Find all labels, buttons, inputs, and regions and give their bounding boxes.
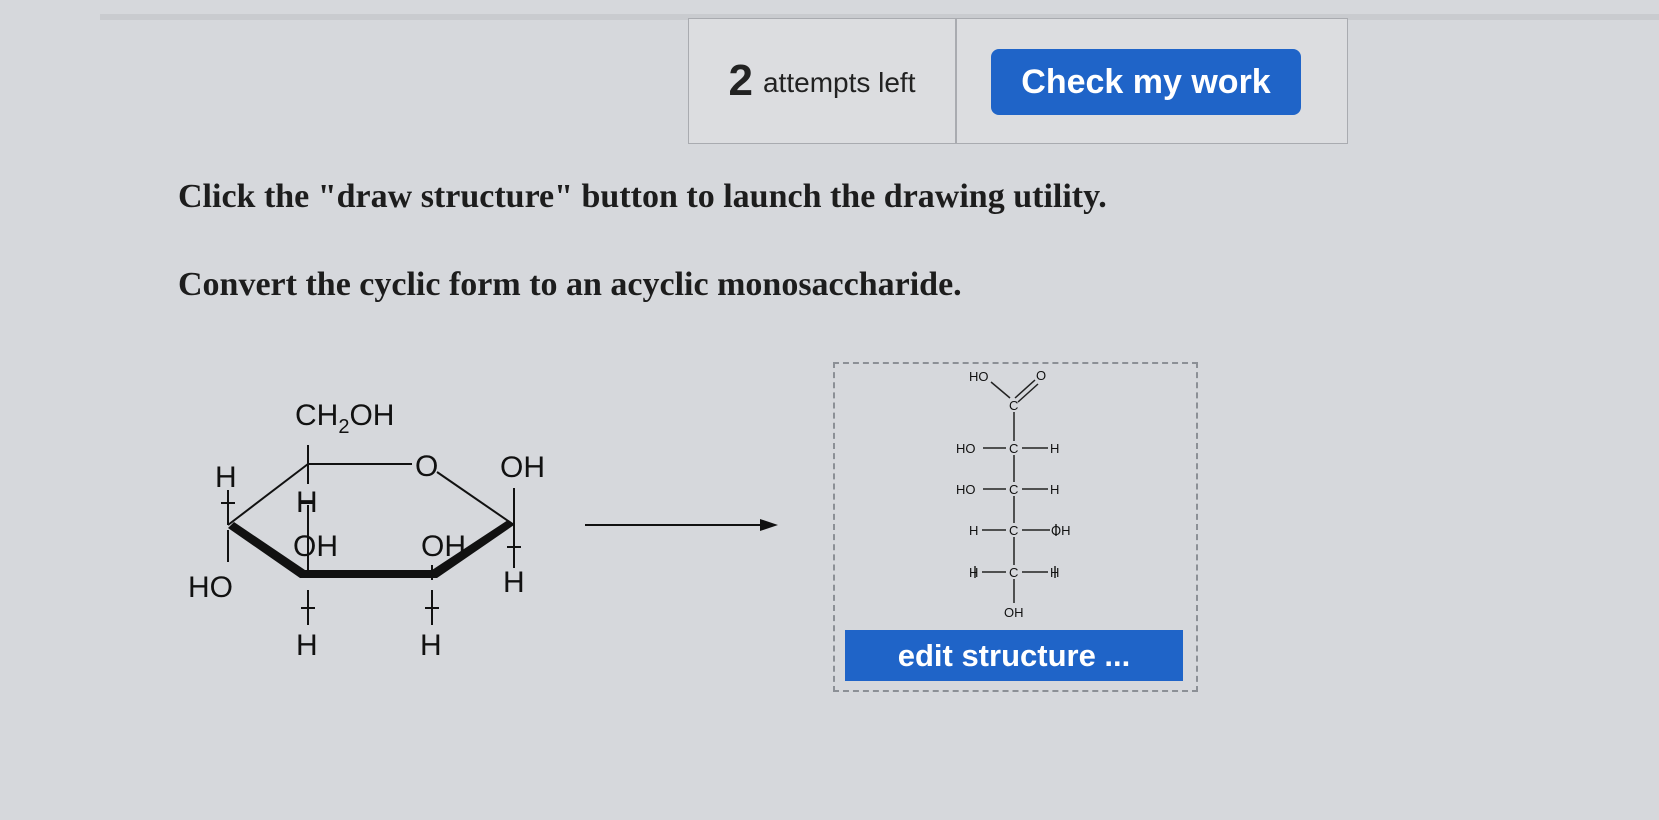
fischer-row2-c: C <box>1009 482 1018 497</box>
fischer-row3-right: OH <box>1051 523 1071 538</box>
fischer-top-c: C <box>1009 398 1018 413</box>
fischer-row1-c: C <box>1009 441 1018 456</box>
fischer-row4-left: H <box>969 565 978 580</box>
fischer-top-o: O <box>1036 368 1046 383</box>
fischer-row1-right: H <box>1050 441 1059 456</box>
fischer-top-ho: HO <box>969 369 989 384</box>
fischer-row2-left: HO <box>956 482 976 497</box>
fischer-row2-right: H <box>1050 482 1059 497</box>
fischer-row3-c: C <box>1009 523 1018 538</box>
fischer-row4-c: C <box>1009 565 1018 580</box>
fischer-row3-left: H <box>969 523 978 538</box>
fischer-structure: HO O C HO C H HO C H H C OH H C H OH <box>956 368 1071 620</box>
fischer-row1-left: HO <box>956 441 976 456</box>
fischer-bottom-oh: OH <box>1004 605 1024 620</box>
edit-structure-button[interactable]: edit structure ... <box>845 630 1183 681</box>
fischer-row4-right: H <box>1050 565 1059 580</box>
